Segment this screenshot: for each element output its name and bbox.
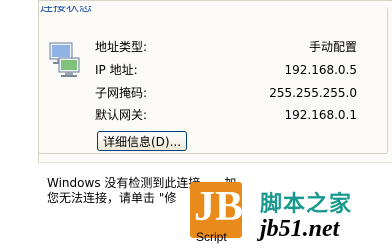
row-address-type: 地址类型: 手动配置: [95, 38, 357, 56]
address-type-value: 手动配置: [308, 40, 357, 54]
network-connection-icon: [47, 40, 81, 80]
default-gateway-label: 默认网关:: [95, 108, 148, 122]
jb-logo-text: JB: [194, 184, 244, 230]
logo-script-text: Script: [196, 230, 227, 244]
watermark-logo: JB Script 脚本之家 jb51.net: [190, 168, 392, 252]
row-default-gateway: 默认网关: 192.168.0.1: [95, 106, 357, 124]
status-message-line2: 您无法连接，请单击 "修: [47, 191, 177, 205]
divider: [38, 162, 392, 163]
subnet-mask-label: 子网掩码:: [95, 86, 148, 100]
connection-status-group: [38, 7, 388, 154]
address-type-label: 地址类型:: [95, 40, 148, 54]
row-ip-address: IP 地址: 192.168.0.5: [95, 61, 357, 79]
row-subnet-mask: 子网掩码: 255.255.255.0: [95, 84, 357, 102]
brand-name: 脚本之家: [260, 192, 353, 217]
status-message-line1-text: Windows 没有检测到此连接: [47, 176, 201, 190]
default-gateway-value: 192.168.0.1: [284, 108, 357, 122]
brand-url: jb51.net: [260, 216, 340, 242]
details-button[interactable]: 详细信息(D)...: [97, 131, 187, 151]
subnet-mask-value: 255.255.255.0: [269, 86, 357, 100]
ip-address-label: IP 地址:: [95, 63, 138, 77]
ip-address-value: 192.168.0.5: [284, 63, 357, 77]
